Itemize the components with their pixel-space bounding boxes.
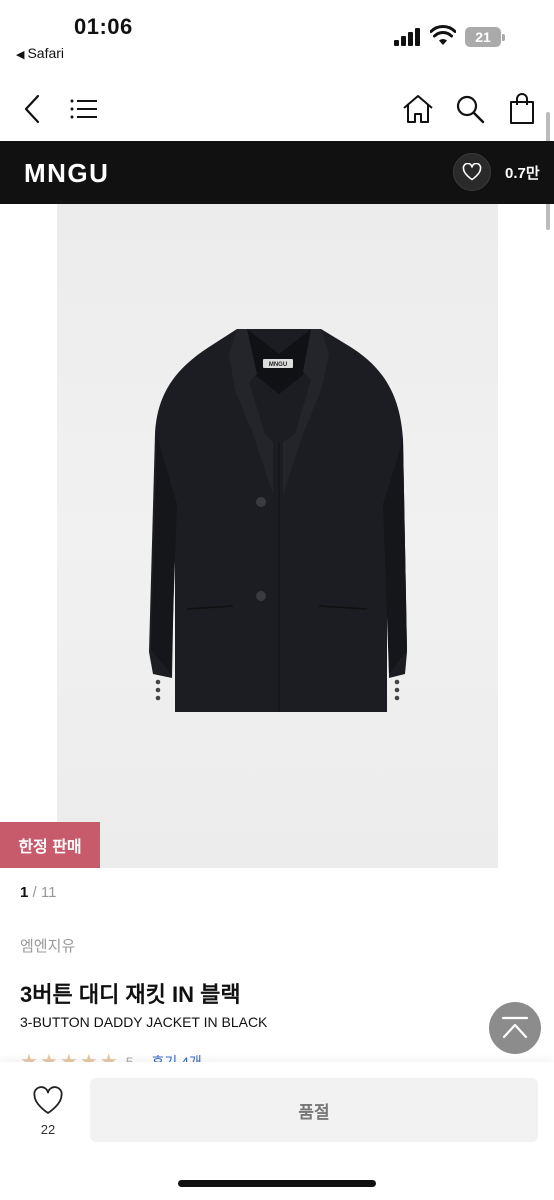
product-subtitle: 3-BUTTON DADDY JACKET IN BLACK xyxy=(20,1014,268,1030)
home-indicator xyxy=(178,1180,376,1187)
status-bar: 01:06 ◀ Safari 21 xyxy=(0,0,554,72)
page-separator: / xyxy=(28,884,41,901)
product-image[interactable]: MNGU xyxy=(57,204,498,868)
limited-sale-badge: 한정 판매 xyxy=(0,822,100,868)
cart-icon xyxy=(510,93,534,124)
back-to-app-link[interactable]: ◀ Safari xyxy=(16,45,64,61)
menu-icon xyxy=(70,99,97,119)
brand-name[interactable]: MNGU xyxy=(24,158,109,189)
sold-out-button[interactable]: 품절 xyxy=(90,1078,538,1142)
scroll-to-top-button[interactable] xyxy=(489,1002,541,1054)
heart-icon xyxy=(462,163,482,181)
back-app-label: Safari xyxy=(27,45,65,61)
battery-icon: 21 xyxy=(465,27,505,47)
battery-level: 21 xyxy=(465,27,501,47)
jacket-label-text: MNGU xyxy=(269,362,287,368)
product-like-count: 22 xyxy=(40,1122,56,1137)
image-pagination: 1 / 11 xyxy=(20,884,56,901)
home-button[interactable] xyxy=(396,80,440,138)
heart-icon xyxy=(33,1086,63,1114)
status-time: 01:06 xyxy=(74,14,133,39)
jacket-illustration: MNGU xyxy=(149,329,407,712)
arrow-up-icon xyxy=(501,1016,529,1039)
back-button[interactable] xyxy=(10,80,54,138)
back-triangle-icon: ◀ xyxy=(16,49,25,61)
search-icon xyxy=(456,95,485,124)
product-brand-label[interactable]: 엠엔지유 xyxy=(20,935,75,956)
top-nav xyxy=(0,80,554,138)
brand-like-button[interactable] xyxy=(453,153,491,191)
back-icon xyxy=(24,94,40,124)
menu-button[interactable] xyxy=(62,80,106,138)
product-title: 3버튼 대디 재킷 IN 블랙 xyxy=(20,982,241,1007)
wifi-icon xyxy=(430,25,456,45)
home-icon xyxy=(403,95,433,123)
brand-like-count: 0.7만 xyxy=(505,165,540,182)
product-like-button[interactable]: 22 xyxy=(26,1086,70,1142)
cellular-signal-icon xyxy=(394,28,424,46)
page-total: 11 xyxy=(40,884,57,901)
cart-button[interactable] xyxy=(500,80,544,138)
search-button[interactable] xyxy=(448,80,492,138)
